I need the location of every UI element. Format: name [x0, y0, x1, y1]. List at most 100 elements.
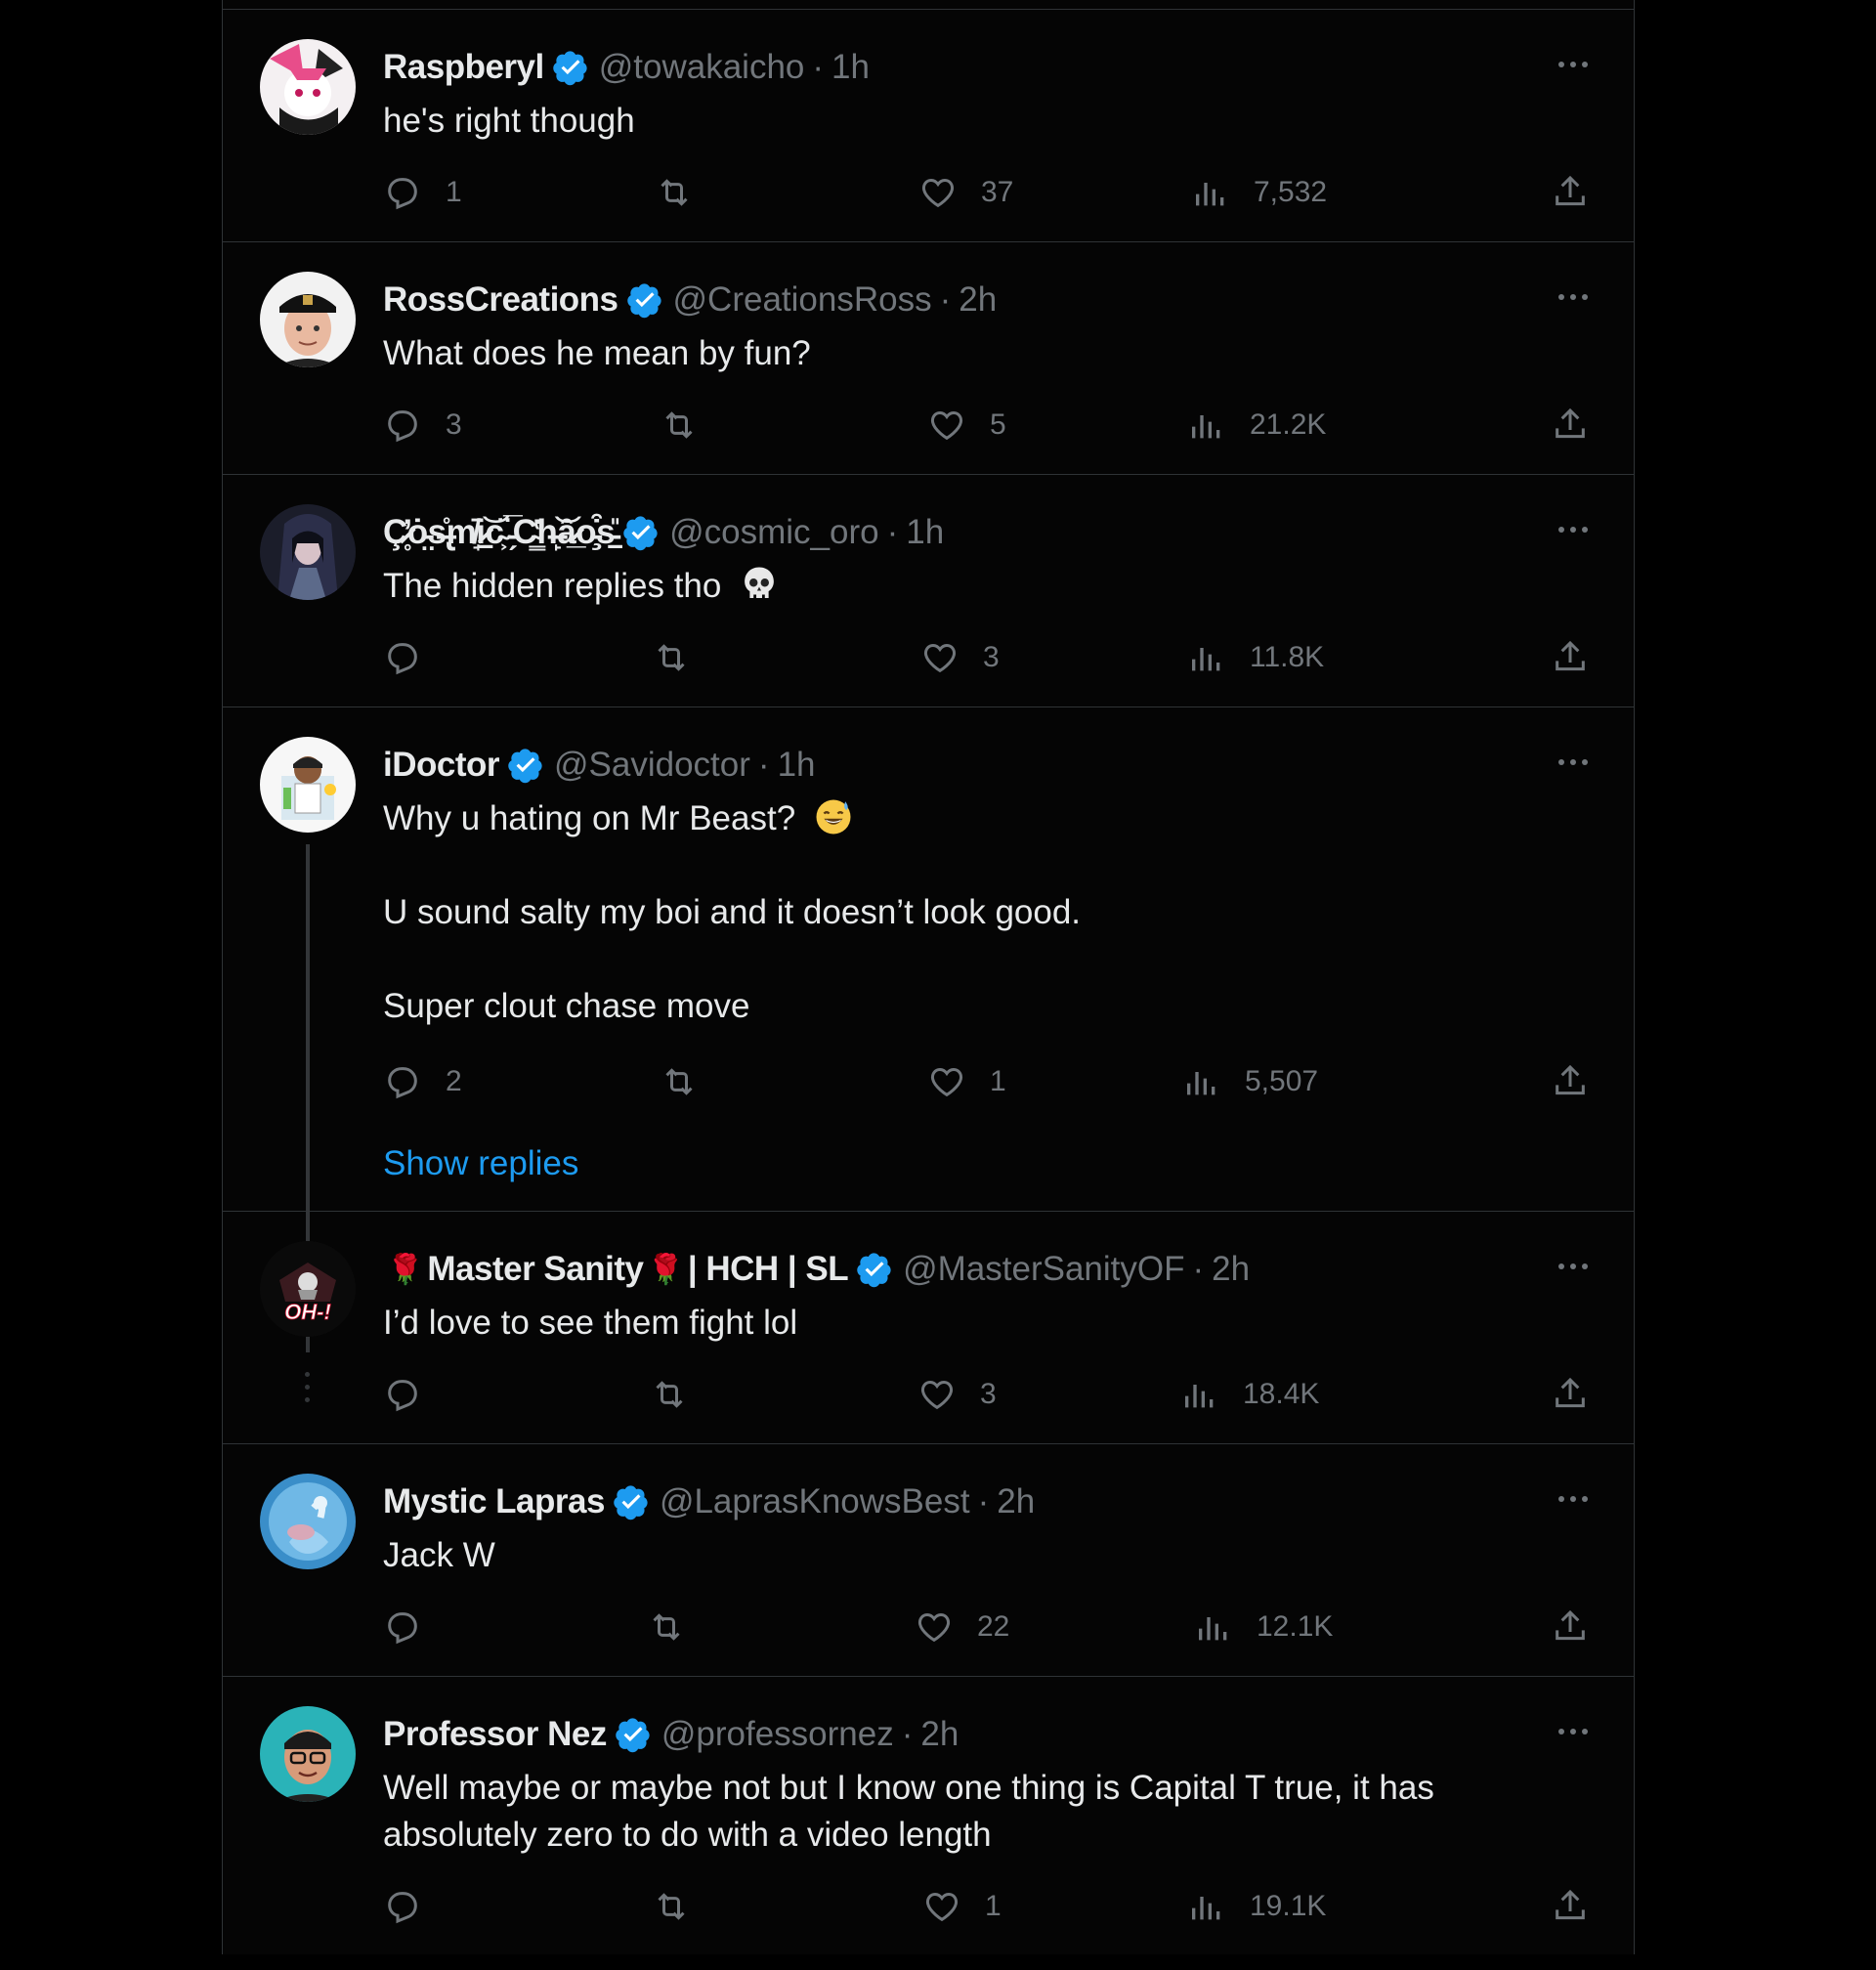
- reply-button[interactable]: [383, 1882, 446, 1931]
- separator: ·: [812, 48, 825, 86]
- timestamp[interactable]: 2h: [920, 1715, 959, 1754]
- like-button[interactable]: 22: [915, 1603, 1009, 1651]
- more-options-icon[interactable]: [1554, 1720, 1593, 1743]
- heart-icon: [930, 410, 963, 441]
- user-handle[interactable]: @towakaicho: [599, 48, 805, 87]
- verified-badge-icon: [508, 749, 542, 784]
- tweet[interactable]: Mystic Lapras @LaprasKnowsBest · 2h Jack…: [223, 1444, 1634, 1677]
- retweet-button[interactable]: [652, 1882, 714, 1931]
- tweet-text-line: Well maybe or maybe not but I know one t…: [383, 1769, 1434, 1854]
- share-button[interactable]: [1551, 1370, 1590, 1419]
- timestamp[interactable]: 1h: [778, 746, 816, 785]
- like-button[interactable]: 1: [922, 1882, 1002, 1931]
- like-button[interactable]: 3: [917, 1370, 997, 1419]
- show-replies-link[interactable]: Show replies: [383, 1144, 578, 1183]
- retweet-button[interactable]: [655, 168, 717, 217]
- reply-button[interactable]: 1: [383, 168, 462, 217]
- more-options-icon[interactable]: [1554, 53, 1593, 76]
- verified-badge-icon: [623, 516, 658, 551]
- user-handle[interactable]: @CreationsRoss: [673, 280, 932, 320]
- heart-icon: [923, 643, 957, 673]
- separator: ·: [977, 1482, 990, 1520]
- reply-button[interactable]: [383, 1603, 446, 1651]
- tweet[interactable]: Professor Nez @professornez · 2h Well ma…: [223, 1677, 1634, 1970]
- display-name[interactable]: iDoctor: [383, 746, 500, 785]
- share-button[interactable]: [1551, 1882, 1590, 1931]
- tweet-text-content: The hidden replies tho: [383, 567, 722, 605]
- avatar[interactable]: [260, 272, 356, 367]
- avatar[interactable]: OH-!: [260, 1241, 356, 1337]
- reply-button[interactable]: [383, 1370, 446, 1419]
- more-options-icon[interactable]: [1554, 1487, 1593, 1511]
- like-count: 5: [990, 408, 1006, 441]
- share-button[interactable]: [1551, 168, 1590, 217]
- reply-button[interactable]: 2: [383, 1057, 462, 1106]
- share-button[interactable]: [1551, 401, 1590, 450]
- share-button[interactable]: [1551, 1057, 1590, 1106]
- share-button[interactable]: [1551, 633, 1590, 682]
- views-button[interactable]: 19.1K: [1187, 1882, 1326, 1931]
- user-handle[interactable]: @professornez: [661, 1715, 894, 1754]
- more-options-icon[interactable]: [1554, 285, 1593, 309]
- user-handle[interactable]: @cosmic_oro: [669, 513, 878, 552]
- like-button[interactable]: 37: [918, 168, 1013, 217]
- view-count: 7,532: [1254, 176, 1328, 208]
- view-count: 21.2K: [1250, 408, 1327, 441]
- views-button[interactable]: 18.4K: [1180, 1370, 1319, 1419]
- tweet[interactable]: RossCreations @CreationsRoss · 2h What d…: [223, 242, 1634, 475]
- retweet-button[interactable]: [660, 401, 722, 450]
- display-name[interactable]: Raspberyl: [383, 48, 544, 87]
- like-button[interactable]: 1: [927, 1057, 1006, 1106]
- display-name[interactable]: Mystic Lapras: [383, 1482, 605, 1521]
- like-button[interactable]: 3: [920, 633, 1000, 682]
- reply-button[interactable]: 3: [383, 401, 462, 450]
- retweet-button[interactable]: [647, 1603, 709, 1651]
- tweet[interactable]: OH-! 🌹 Master Sanity 🌹 | HCH | SL @Maste…: [223, 1212, 1634, 1444]
- share-button[interactable]: [1551, 1603, 1590, 1651]
- display-name[interactable]: Ç̷̥̓ȯ̵̤s̶̢̊m̸̘̄i̷̠͝c̴͕̈ ̵̗̅C̴͇̔h̶̙͝ȃ̷̲o̵…: [383, 513, 616, 552]
- retweet-button[interactable]: [652, 633, 714, 682]
- avatar[interactable]: [260, 1474, 356, 1569]
- share-icon: [1556, 407, 1585, 439]
- avatar[interactable]: [260, 737, 356, 833]
- timestamp[interactable]: 1h: [906, 513, 944, 552]
- views-button[interactable]: 12.1K: [1194, 1603, 1333, 1651]
- tweet-header: RossCreations @CreationsRoss · 2h: [383, 278, 997, 322]
- more-options-icon[interactable]: [1554, 1255, 1593, 1278]
- tweet-header: Raspberyl @towakaicho · 1h: [383, 45, 870, 90]
- sweat-smile-emoji-icon: [816, 799, 851, 835]
- action-bar: 3 11.8K: [383, 633, 1595, 682]
- retweet-button[interactable]: [650, 1370, 712, 1419]
- tweet[interactable]: iDoctor @Savidoctor · 1h Why u hating on…: [223, 707, 1634, 1402]
- display-name-suffix[interactable]: | HCH | SL: [688, 1250, 849, 1289]
- views-button[interactable]: 11.8K: [1187, 633, 1324, 682]
- views-button[interactable]: 21.2K: [1187, 401, 1326, 450]
- timestamp[interactable]: 2h: [959, 280, 997, 320]
- avatar[interactable]: [260, 504, 356, 600]
- timestamp[interactable]: 1h: [831, 48, 870, 87]
- views-button[interactable]: 7,532: [1191, 168, 1327, 217]
- separator: ·: [1192, 1250, 1205, 1288]
- action-bar: 1 37 7,532: [383, 168, 1595, 217]
- tweet-text: The hidden replies tho: [383, 563, 1556, 610]
- timestamp[interactable]: 2h: [997, 1482, 1035, 1521]
- user-handle[interactable]: @MasterSanityOF: [903, 1250, 1184, 1289]
- user-handle[interactable]: @Savidoctor: [554, 746, 750, 785]
- display-name[interactable]: RossCreations: [383, 280, 618, 320]
- reply-button[interactable]: [383, 633, 446, 682]
- tweet[interactable]: Raspberyl @towakaicho · 1h he's right th…: [223, 10, 1634, 242]
- more-options-icon[interactable]: [1554, 750, 1593, 774]
- timestamp[interactable]: 2h: [1212, 1250, 1250, 1289]
- views-button[interactable]: 5,507: [1182, 1057, 1318, 1106]
- tweet[interactable]: Ç̷̥̓ȯ̵̤s̶̢̊m̸̘̄i̷̠͝c̴͕̈ ̵̗̅C̴͇̔h̶̙͝ȃ̷̲o̵…: [223, 475, 1634, 707]
- like-button[interactable]: 5: [927, 401, 1006, 450]
- tweet-text-line: What does he mean by fun?: [383, 334, 811, 372]
- avatar[interactable]: [260, 39, 356, 135]
- retweet-button[interactable]: [660, 1057, 722, 1106]
- avatar[interactable]: [260, 1706, 356, 1802]
- user-handle[interactable]: @LaprasKnowsBest: [660, 1482, 970, 1521]
- display-name[interactable]: Master Sanity: [427, 1250, 644, 1289]
- more-options-icon[interactable]: [1554, 518, 1593, 541]
- tweet-text: What does he mean by fun?: [383, 330, 1556, 377]
- display-name[interactable]: Professor Nez: [383, 1715, 607, 1754]
